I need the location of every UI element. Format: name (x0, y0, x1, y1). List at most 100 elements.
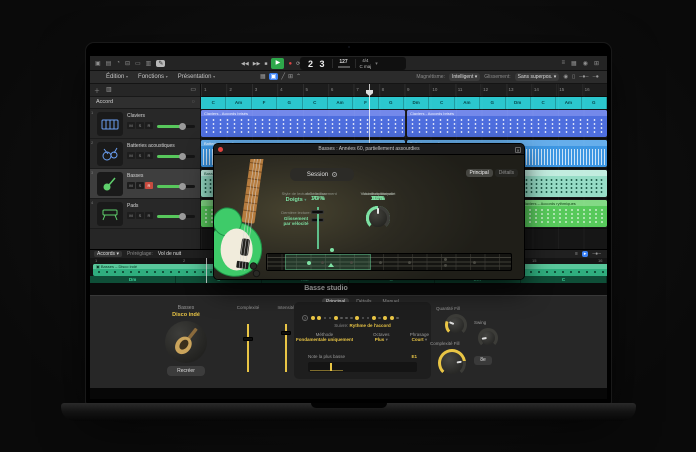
track-filter-icon[interactable]: ▥ (106, 86, 112, 95)
midi-region[interactable]: Claviers - Accords brisés (201, 110, 405, 137)
play-button[interactable]: ▶ (271, 58, 284, 69)
volume-slider[interactable] (157, 125, 195, 128)
lcd-display[interactable]: 2 3 127 4/4 C maj ▾ (300, 57, 406, 70)
pattern-dot[interactable] (329, 317, 332, 320)
pattern-dot[interactable] (311, 316, 315, 320)
chord-cell[interactable]: G (379, 97, 404, 109)
pattern-dot[interactable] (317, 316, 321, 320)
preset-value[interactable]: Vol de nuit (158, 251, 181, 257)
fill-amount-knob[interactable] (445, 314, 467, 336)
track-header-claviers[interactable]: 1 Claviers M S R (90, 109, 200, 139)
midi-region[interactable]: Claviers - Accords brisés (407, 110, 607, 137)
plugin-tab-details[interactable]: Détails (495, 169, 518, 177)
settings-icon[interactable]: ⊞ (594, 60, 599, 67)
chords-tab[interactable]: Accords ▾ (94, 251, 122, 257)
param-dropdown[interactable]: Phrasage Court ▾ (410, 332, 429, 343)
pattern-dot[interactable] (324, 317, 327, 320)
eighth-note-button[interactable]: 8e (474, 356, 492, 365)
catch-playhead-icon[interactable]: ◉ (563, 74, 568, 80)
editor-zoom-slider[interactable]: –●– (592, 251, 601, 257)
mixer-icon[interactable]: ▥ (146, 60, 152, 67)
param-dropdown[interactable]: Méthode Fondamentale uniquement ▾ (296, 332, 353, 343)
chord-lane-menu-icon[interactable]: ◌ (192, 99, 195, 105)
close-icon[interactable]: ✕ (515, 147, 521, 153)
fill-complexity-knob[interactable] (438, 349, 466, 377)
solo-button[interactable]: S (136, 212, 144, 219)
pattern-dot[interactable] (362, 317, 365, 320)
chord-cell[interactable]: F (252, 97, 277, 109)
mute-button[interactable]: M (127, 212, 135, 219)
record-enable-button[interactable]: R (145, 122, 153, 129)
pattern-dot[interactable] (340, 317, 343, 320)
solo-button[interactable]: S (136, 182, 144, 189)
chord-cell[interactable]: F (353, 97, 378, 109)
editor-playhead[interactable] (206, 258, 207, 283)
chevron-down-icon[interactable]: ▾ (375, 61, 382, 67)
pattern-dot[interactable] (396, 317, 399, 320)
menu-edition[interactable]: Édition ▾ (106, 74, 128, 80)
help-icon[interactable]: ? (302, 315, 308, 321)
inspector-icon[interactable]: ▤ (106, 60, 112, 67)
pattern-dot[interactable] (372, 316, 376, 320)
gear-icon[interactable] (332, 172, 337, 177)
swing-knob[interactable] (478, 328, 498, 348)
forward-button[interactable]: ▶▶ (253, 61, 261, 67)
plugin-title-bar[interactable]: Basses : Années 60, partiellement assour… (214, 144, 524, 155)
quickhelp-icon[interactable]: ◔ (116, 60, 120, 67)
chord-cell[interactable]: G (582, 97, 607, 109)
pattern-dot[interactable] (334, 316, 338, 320)
chord-cell[interactable]: Am (328, 97, 353, 109)
recreate-button[interactable]: Recréer (167, 366, 205, 376)
mute-button[interactable]: M (127, 122, 135, 129)
mute-button[interactable]: M (127, 182, 135, 189)
volume-slider[interactable] (157, 185, 195, 188)
chord-cell[interactable]: Dm (506, 97, 531, 109)
upload-icon[interactable]: ⌃ (296, 73, 301, 80)
marquee-tool-icon[interactable]: ⊞ (288, 73, 293, 80)
chord-cell[interactable]: Am (226, 97, 251, 109)
track-header-pads[interactable]: 4 Pads M S R (90, 199, 200, 229)
selected-view-icon[interactable]: ▣ (269, 73, 279, 80)
header-options-icon[interactable]: ▭ (190, 86, 196, 93)
preset-selector[interactable]: Session (290, 168, 354, 181)
param-dropdown[interactable]: Octaves Plus ▾ (353, 332, 410, 343)
record-enable-button[interactable]: R (145, 152, 153, 159)
pattern-dot[interactable] (350, 317, 353, 320)
magnetism-select[interactable]: Intelligent ▾ (449, 73, 480, 81)
plugin-slider[interactable]: Définition 149 % (306, 191, 330, 202)
toolbar-icon[interactable]: ⊟ (125, 60, 130, 67)
close-traffic-light[interactable] (218, 147, 223, 152)
mute-button[interactable]: M (127, 152, 135, 159)
editor-list-icon[interactable]: ≡ (575, 251, 578, 257)
stop-button[interactable]: ■ (264, 61, 267, 67)
record-enable-button[interactable]: R (145, 212, 153, 219)
chord-cell[interactable]: Am (455, 97, 480, 109)
rewind-button[interactable]: ◀◀ (241, 61, 249, 67)
pencil-tool-icon[interactable]: ✎ (156, 60, 165, 67)
track-header-batteries[interactable]: 2 Batteries acoustiques M S R (90, 139, 200, 169)
chord-cell[interactable]: Dm (90, 276, 176, 283)
chord-cell[interactable]: G (277, 97, 302, 109)
volume-slider[interactable] (157, 215, 195, 218)
pattern-dot[interactable] (367, 317, 370, 320)
chord-cell[interactable]: C (531, 97, 556, 109)
complexity-slider[interactable]: Complexité (228, 305, 268, 310)
h-zoom-slider[interactable]: –●– (579, 74, 588, 80)
style-value[interactable]: Disco indé (156, 312, 216, 318)
draw-tool-icon[interactable]: ╱ (281, 73, 285, 80)
note-pads-icon[interactable]: ▦ (571, 60, 577, 67)
fretboard[interactable] (266, 253, 512, 271)
pattern-dot[interactable] (390, 316, 394, 320)
pattern-dot[interactable] (355, 316, 359, 320)
solo-button[interactable]: S (136, 122, 144, 129)
pattern-dot[interactable] (345, 317, 348, 320)
chord-cell[interactable]: Dm (404, 97, 429, 109)
grid-view-icon[interactable]: ▦ (260, 73, 266, 80)
chord-cell[interactable]: C (521, 276, 607, 283)
drag-select[interactable]: Sans superpos. ▾ (515, 73, 560, 81)
plugin-knob[interactable]: Volume principal 0 dB (360, 191, 396, 202)
bar-ruler[interactable]: 12345678910111213141516 (201, 84, 607, 97)
library-icon[interactable]: ▣ (95, 60, 101, 67)
lowest-note-slider[interactable] (308, 362, 417, 372)
chord-cell[interactable]: C (303, 97, 328, 109)
